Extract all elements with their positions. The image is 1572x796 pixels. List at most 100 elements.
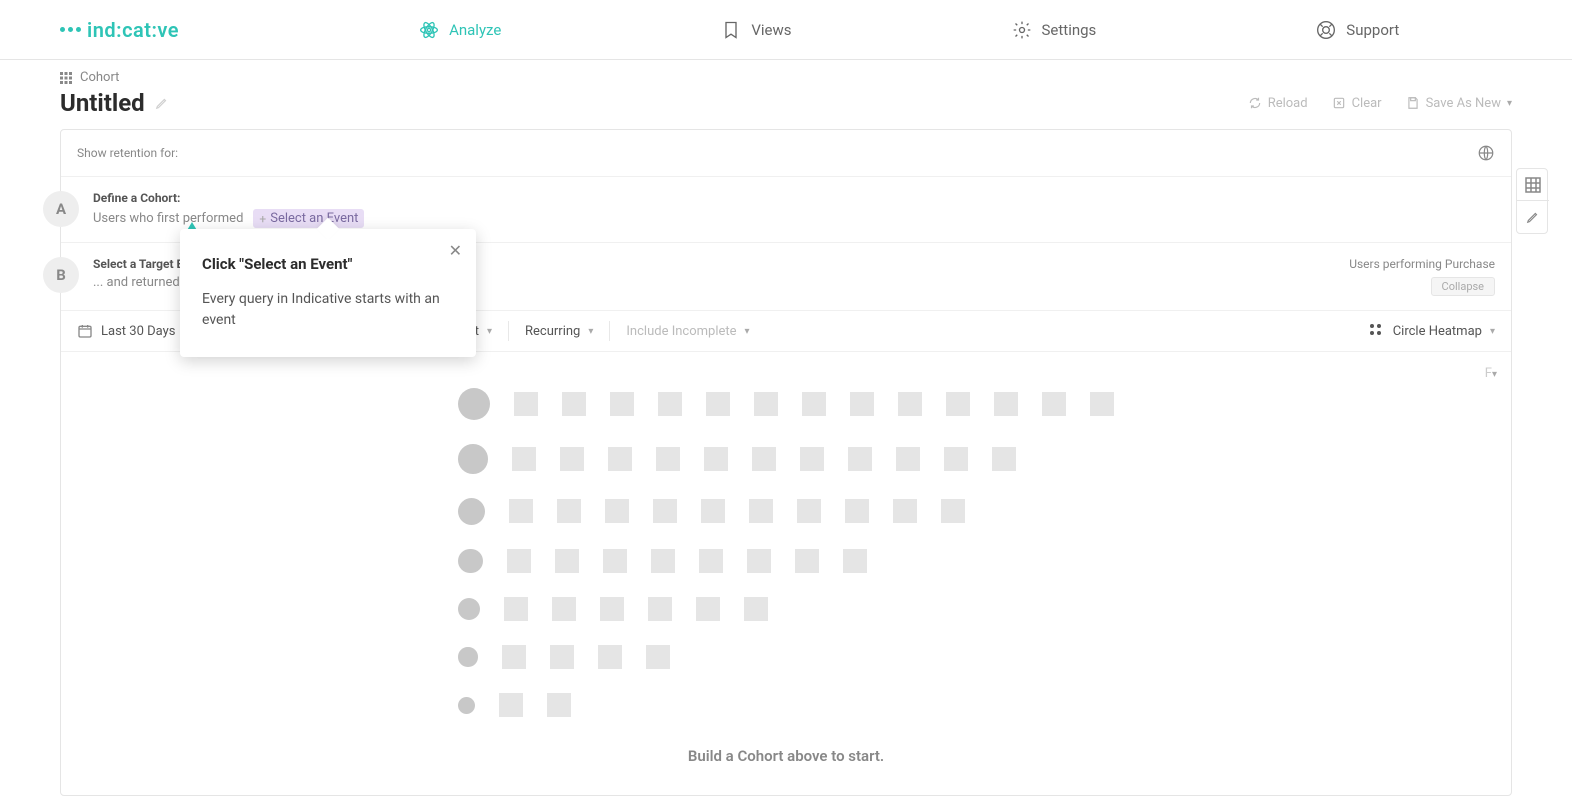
- heatmap-cell: [499, 693, 523, 717]
- heatmap-cell: [802, 392, 826, 416]
- tooltip-body: Every query in Indicative starts with an…: [202, 289, 454, 331]
- nav-views[interactable]: Views: [721, 20, 791, 40]
- cohort-b-badge: B: [43, 257, 79, 293]
- heatmap-cell: [555, 549, 579, 573]
- rail-edit-button[interactable]: [1517, 201, 1549, 233]
- heatmap-cell: [744, 597, 768, 621]
- heatmap-placeholder: [458, 388, 1114, 717]
- heatmap-cell: [944, 447, 968, 471]
- rail-data-button[interactable]: [1517, 169, 1549, 201]
- heatmap-cell: [560, 447, 584, 471]
- cohort-a-badge: A: [43, 191, 79, 227]
- pencil-icon: [1526, 210, 1540, 224]
- heatmap-cell: [850, 392, 874, 416]
- heatmap-circle: [458, 598, 480, 620]
- heatmap-cell: [754, 392, 778, 416]
- heatmap-cell: [514, 392, 538, 416]
- tooltip-title: Click "Select an Event": [202, 255, 454, 273]
- heatmap-cell: [598, 645, 622, 669]
- filter-toggle[interactable]: F▾: [1485, 366, 1497, 381]
- heatmap-cell: [749, 499, 773, 523]
- chevron-down-icon: ▾: [745, 326, 750, 337]
- heatmap-cell: [605, 499, 629, 523]
- heatmap-circle: [458, 647, 478, 667]
- atom-icon: [419, 20, 439, 40]
- retention-label: Show retention for:: [77, 146, 178, 160]
- include-control[interactable]: Include Incomplete ▾: [610, 321, 765, 341]
- action-label: Save As New: [1426, 96, 1501, 111]
- heatmap-cell: [898, 392, 922, 416]
- control-label: Circle Heatmap: [1393, 324, 1482, 339]
- save-icon: [1406, 96, 1420, 110]
- heatmap-cell: [656, 447, 680, 471]
- heatmap-cell: [896, 447, 920, 471]
- heatmap-cell: [547, 693, 571, 717]
- nav-label: Views: [751, 21, 791, 39]
- breadcrumb: Cohort: [80, 70, 119, 85]
- reload-icon: [1248, 96, 1262, 110]
- heatmap-cell: [651, 549, 675, 573]
- heatmap-cell: [512, 447, 536, 471]
- heatmap-cell: [608, 447, 632, 471]
- heatmap-cell: [752, 447, 776, 471]
- heatmap-cell: [843, 549, 867, 573]
- nav-support[interactable]: Support: [1316, 20, 1399, 40]
- plus-icon: +: [259, 212, 266, 226]
- heatmap-cell: [648, 597, 672, 621]
- logo[interactable]: ind:cat:ve: [60, 18, 179, 42]
- heatmap-cell: [845, 499, 869, 523]
- save-button[interactable]: Save As New ▾: [1406, 96, 1512, 111]
- heatmap-row: [458, 388, 1114, 420]
- users-performing-label: Users performing Purchase: [1349, 257, 1495, 271]
- globe-icon[interactable]: [1477, 144, 1495, 162]
- heatmap-cell: [610, 392, 634, 416]
- heatmap-cell: [504, 597, 528, 621]
- heatmap-cell: [507, 549, 531, 573]
- heatmap-cell: [653, 499, 677, 523]
- heatmap-circle: [458, 549, 483, 574]
- onboarding-tooltip: ✕ Click "Select an Event" Every query in…: [180, 229, 476, 357]
- pencil-icon[interactable]: [155, 96, 169, 110]
- vis-type-control[interactable]: Circle Heatmap ▾: [1369, 323, 1495, 339]
- nav-label: Settings: [1042, 21, 1097, 39]
- select-event-label: Select an Event: [270, 211, 358, 226]
- heatmap-cell: [704, 447, 728, 471]
- heatmap-cell: [941, 499, 965, 523]
- page-title: Untitled: [60, 89, 145, 117]
- control-label: Last 30 Days: [101, 324, 175, 339]
- chevron-down-icon: ▾: [487, 326, 492, 337]
- grid-icon: [60, 72, 72, 84]
- clear-icon: [1332, 96, 1346, 110]
- calendar-icon: [77, 323, 93, 339]
- action-label: Reload: [1268, 96, 1308, 111]
- heatmap-cell: [696, 597, 720, 621]
- chevron-down-icon: ▾: [588, 326, 593, 337]
- gear-icon: [1012, 20, 1032, 40]
- heatmap-cell: [848, 447, 872, 471]
- heatmap-cell: [699, 549, 723, 573]
- heatmap-cell: [646, 645, 670, 669]
- heatmap-row: [458, 549, 1114, 574]
- heatmap-cell: [550, 645, 574, 669]
- collapse-button[interactable]: Collapse: [1431, 277, 1495, 296]
- heatmap-cell: [1090, 392, 1114, 416]
- heatmap-cell: [502, 645, 526, 669]
- tooltip-close-button[interactable]: ✕: [449, 241, 462, 260]
- nav-analyze[interactable]: Analyze: [419, 20, 501, 40]
- nav-settings[interactable]: Settings: [1012, 20, 1097, 40]
- heatmap-cell: [795, 549, 819, 573]
- select-event-button[interactable]: + Select an Event: [253, 209, 364, 228]
- heatmap-circle: [458, 498, 485, 525]
- heatmap-row: [458, 645, 1114, 669]
- reload-button[interactable]: Reload: [1248, 96, 1308, 111]
- heatmap-icon: [1369, 323, 1385, 339]
- heatmap-cell: [797, 499, 821, 523]
- heatmap-cell: [603, 549, 627, 573]
- recurring-control[interactable]: Recurring ▾: [509, 321, 610, 341]
- control-label: Recurring: [525, 324, 580, 339]
- heatmap-cell: [706, 392, 730, 416]
- chevron-down-icon: ▾: [1490, 326, 1495, 337]
- clear-button[interactable]: Clear: [1332, 96, 1382, 111]
- heatmap-cell: [946, 392, 970, 416]
- heatmap-circle: [458, 697, 475, 714]
